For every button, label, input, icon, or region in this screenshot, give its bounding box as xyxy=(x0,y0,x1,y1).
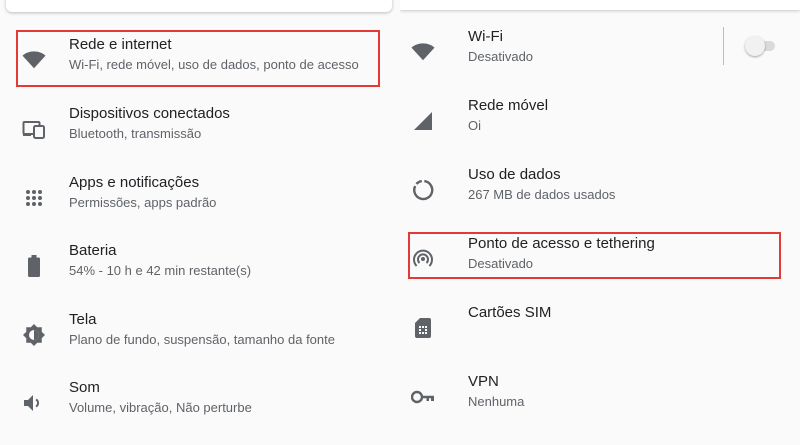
vpn-key-icon xyxy=(411,385,435,409)
settings-item-apps[interactable]: Apps e notificações Permissões, apps pad… xyxy=(0,164,400,232)
item-title: Bateria xyxy=(69,242,117,259)
volume-icon xyxy=(22,391,46,415)
settings-item-wifi[interactable]: Wi-Fi Desativado xyxy=(400,18,800,86)
brightness-icon xyxy=(22,323,46,347)
item-title: Som xyxy=(69,379,100,396)
item-subtitle: Nenhuma xyxy=(468,394,525,409)
apps-grid-icon xyxy=(22,186,46,210)
app-bar xyxy=(400,0,800,10)
search-bar-area xyxy=(0,0,400,12)
item-title: Uso de dados xyxy=(468,166,561,183)
item-subtitle: Permissões, apps padrão xyxy=(69,195,217,210)
item-subtitle: Plano de fundo, suspensão, tamanho da fo… xyxy=(69,332,335,347)
highlight-box-hotspot xyxy=(408,232,781,279)
settings-item-sim-cards[interactable]: Cartões SIM xyxy=(400,294,800,362)
settings-item-connected-devices[interactable]: Dispositivos conectados Bluetooth, trans… xyxy=(0,95,400,163)
highlight-box-network xyxy=(16,30,380,87)
settings-item-data-usage[interactable]: Uso de dados 267 MB de dados usados xyxy=(400,156,800,224)
sim-card-icon xyxy=(411,316,435,340)
item-subtitle: Oi xyxy=(468,118,481,133)
item-subtitle: Volume, vibração, Não perturbe xyxy=(69,400,252,415)
wifi-toggle[interactable] xyxy=(745,36,775,56)
item-title: Tela xyxy=(69,311,97,328)
item-title: Apps e notificações xyxy=(69,174,200,191)
item-subtitle: Bluetooth, transmissão xyxy=(69,126,202,141)
settings-item-vpn[interactable]: VPN Nenhuma xyxy=(400,363,800,431)
search-box[interactable] xyxy=(6,0,392,12)
item-title: VPN xyxy=(468,373,499,390)
toggle-divider xyxy=(723,27,724,65)
battery-icon xyxy=(22,254,46,278)
settings-item-sound[interactable]: Som Volume, vibração, Não perturbe xyxy=(0,369,400,437)
item-subtitle: 267 MB de dados usados xyxy=(468,187,616,202)
connected-devices-icon xyxy=(22,117,46,141)
settings-item-display[interactable]: Tela Plano de fundo, suspensão, tamanho … xyxy=(0,301,400,369)
item-title: Dispositivos conectados xyxy=(69,105,230,122)
signal-icon xyxy=(411,109,435,133)
toggle-thumb xyxy=(745,36,765,56)
settings-item-battery[interactable]: Bateria 54% - 10 h e 42 min restante(s) xyxy=(0,232,400,300)
settings-main-list: Rede e internet Wi-Fi, rede móvel, uso d… xyxy=(0,0,400,445)
item-title: Wi-Fi xyxy=(468,28,503,45)
network-settings-list: Wi-Fi Desativado Rede móvel Oi Uso de da… xyxy=(400,0,800,445)
item-title: Rede móvel xyxy=(468,97,549,114)
data-usage-icon xyxy=(411,178,435,202)
wifi-icon xyxy=(411,40,435,64)
settings-item-mobile-network[interactable]: Rede móvel Oi xyxy=(400,87,800,155)
item-title: Cartões SIM xyxy=(468,304,552,321)
item-subtitle: Desativado xyxy=(468,49,534,64)
item-subtitle: 54% - 10 h e 42 min restante(s) xyxy=(69,263,252,278)
